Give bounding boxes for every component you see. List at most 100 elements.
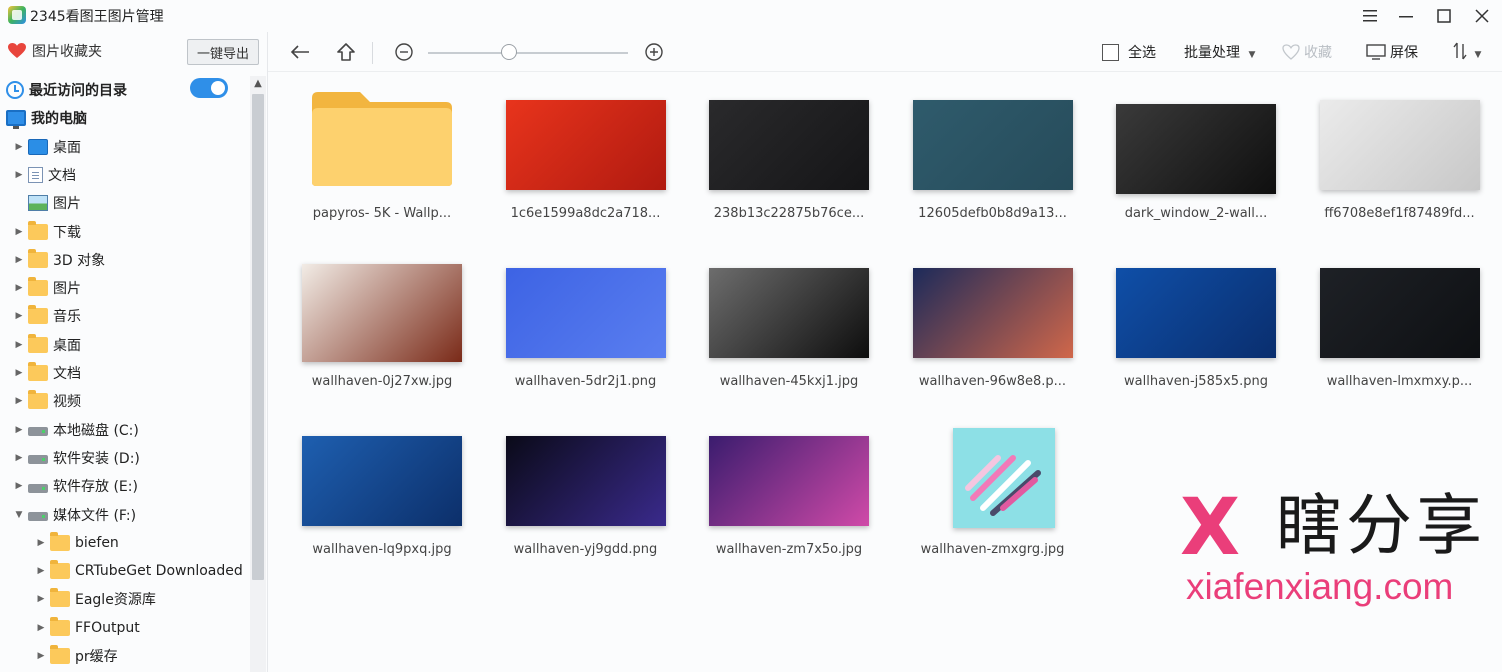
screensaver-button[interactable]: 屏保 <box>1366 42 1418 62</box>
tree-item[interactable]: ▼ 媒体文件 (F:) <box>0 501 250 529</box>
close-icon[interactable] <box>1462 2 1502 30</box>
file-name: wallhaven-0j27xw.jpg <box>311 374 453 389</box>
tree-item[interactable]: ▶ 桌面 <box>0 133 250 161</box>
sidebar: 图片收藏夹 一键导出 最近访问的目录 我的电脑 ▶ 桌面 ▶ 文档 图片 ▶ 下载 ▶ 3D 对象 ▶… <box>0 32 268 672</box>
tree-item-label: 软件存放 (E:) <box>53 479 138 496</box>
image-thumbnail-item[interactable]: wallhaven-zmxgrg.jpg <box>891 416 1095 584</box>
chevron-right-icon[interactable]: ▶ <box>14 283 24 293</box>
scroll-up-icon[interactable]: ▲ <box>250 76 266 92</box>
chevron-right-icon[interactable]: ▶ <box>36 623 46 633</box>
scroll-thumb[interactable] <box>252 94 264 580</box>
tree-item[interactable]: ▶ 图片 <box>0 274 250 302</box>
heart-outline-icon <box>1282 44 1300 60</box>
image-thumbnail-item[interactable]: wallhaven-zm7x5o.jpg <box>687 416 891 584</box>
tree-item[interactable]: ▶ CRTubeGet Downloaded <box>0 557 250 585</box>
tree-item-label: pr缓存 <box>75 649 118 665</box>
image-thumbnail-item[interactable]: 1c6e1599a8dc2a718... <box>484 80 688 248</box>
zoom-out-icon[interactable] <box>392 40 416 64</box>
folder-icon <box>28 220 48 240</box>
image-thumbnail-item[interactable]: wallhaven-5dr2j1.png <box>484 248 688 416</box>
tree-item[interactable]: ▶ 桌面 <box>0 331 250 359</box>
select-all-checkbox[interactable] <box>1102 44 1119 61</box>
chevron-right-icon[interactable]: ▶ <box>14 453 24 463</box>
watermark-logo: X <box>1180 483 1241 573</box>
image-thumbnail-item[interactable]: ff6708e8ef1f87489fd... <box>1298 80 1502 248</box>
image-thumbnail-item[interactable]: wallhaven-0j27xw.jpg <box>280 248 484 416</box>
chevron-right-icon[interactable]: ▶ <box>14 340 24 350</box>
minimize-icon[interactable] <box>1386 2 1426 30</box>
image-thumbnail <box>1116 104 1276 194</box>
drive-icon <box>28 427 48 437</box>
folder-icon <box>50 560 70 580</box>
chevron-right-icon[interactable]: ▶ <box>14 170 24 180</box>
tree-item[interactable]: ▶ 本地磁盘 (C:) <box>0 416 250 444</box>
recent-dirs-toggle[interactable] <box>190 78 228 98</box>
tree-item-label: 下载 <box>53 224 81 241</box>
chevron-right-icon[interactable]: ▶ <box>14 368 24 378</box>
back-arrow-icon[interactable] <box>288 40 312 64</box>
chevron-right-icon[interactable]: ▶ <box>36 538 46 548</box>
folder-icon <box>310 88 454 188</box>
tree-item[interactable]: ▶ pr缓存 <box>0 642 250 670</box>
maximize-icon[interactable] <box>1424 2 1464 30</box>
chevron-right-icon[interactable]: ▶ <box>14 481 24 491</box>
tree-item[interactable]: ▶ 软件存放 (E:) <box>0 472 250 500</box>
tree-item[interactable]: ▶ 软件安装 (D:) <box>0 444 250 472</box>
file-name: 1c6e1599a8dc2a718... <box>510 206 661 221</box>
export-button[interactable]: 一键导出 <box>187 39 259 65</box>
tree-item[interactable]: ▶ 文档 <box>0 161 250 189</box>
menu-icon[interactable] <box>1350 2 1390 30</box>
chevron-down-icon[interactable]: ▼ <box>14 510 24 520</box>
image-thumbnail-item[interactable]: wallhaven-lq9pxq.jpg <box>280 416 484 584</box>
image-thumbnail <box>302 264 462 362</box>
chevron-right-icon[interactable]: ▶ <box>14 227 24 237</box>
up-arrow-icon[interactable] <box>334 40 358 64</box>
folder-icon <box>50 616 70 636</box>
drive-icon <box>28 455 48 465</box>
tree-item[interactable]: ▶ 下载 <box>0 218 250 246</box>
sidebar-scrollbar[interactable]: ▲ <box>250 76 266 672</box>
image-thumbnail-item[interactable]: 12605defb0b8d9a13... <box>891 80 1095 248</box>
zoom-in-icon[interactable] <box>642 40 666 64</box>
chevron-right-icon[interactable]: ▶ <box>36 566 46 576</box>
image-thumbnail-item[interactable]: wallhaven-yj9gdd.png <box>484 416 688 584</box>
favorite-button[interactable]: 收藏 <box>1282 42 1332 62</box>
file-name: wallhaven-96w8e8.p... <box>918 374 1067 389</box>
image-thumbnail <box>505 268 666 358</box>
chevron-right-icon[interactable]: ▶ <box>36 594 46 604</box>
tree-item[interactable]: ▶ 文档 <box>0 359 250 387</box>
batch-process-label: 批量处理 <box>1184 45 1240 61</box>
image-thumbnail <box>912 100 1073 190</box>
tree-item[interactable]: ▶ Eagle资源库 <box>0 585 250 613</box>
image-thumbnail-item[interactable]: 238b13c22875b76ce... <box>687 80 891 248</box>
zoom-slider-knob[interactable] <box>501 44 517 60</box>
tree-item[interactable]: ▶ 音乐 <box>0 302 250 330</box>
tree-item[interactable]: ▶ 视频 <box>0 387 250 415</box>
chevron-right-icon[interactable]: ▶ <box>36 651 46 661</box>
tree-item[interactable]: 我的电脑 <box>0 104 250 132</box>
image-thumbnail-item[interactable]: wallhaven-45kxj1.jpg <box>687 248 891 416</box>
chevron-right-icon[interactable]: ▶ <box>14 255 24 265</box>
image-thumbnail-item[interactable]: wallhaven-96w8e8.p... <box>891 248 1095 416</box>
sort-button[interactable]: ▼ <box>1452 42 1481 61</box>
tree-item[interactable]: ▶ 3D 对象 <box>0 246 250 274</box>
chevron-right-icon[interactable]: ▶ <box>14 396 24 406</box>
chevron-right-icon[interactable]: ▶ <box>14 142 24 152</box>
tree-item[interactable]: ▶ biefen <box>0 529 250 557</box>
image-thumbnail-item[interactable]: wallhaven-lmxmxy.p... <box>1298 248 1502 416</box>
favorites-entry[interactable]: 图片收藏夹 <box>8 40 102 62</box>
tree-item[interactable]: 图片 <box>0 189 250 217</box>
select-all-label[interactable]: 全选 <box>1128 42 1156 62</box>
zoom-slider-track[interactable] <box>428 52 628 54</box>
chevron-right-icon[interactable]: ▶ <box>14 311 24 321</box>
picture-icon <box>28 195 48 212</box>
tree-item[interactable]: ▶ FFOutput <box>0 614 250 642</box>
folder-item[interactable]: papyros- 5K - Wallp... <box>280 80 484 248</box>
image-thumbnail-item[interactable]: dark_window_2-wall... <box>1094 80 1298 248</box>
batch-process-button[interactable]: 批量处理 ▼ <box>1184 42 1255 62</box>
document-icon <box>28 166 43 183</box>
image-thumbnail-item[interactable]: wallhaven-j585x5.png <box>1094 248 1298 416</box>
chevron-right-icon[interactable]: ▶ <box>14 425 24 435</box>
file-name: wallhaven-yj9gdd.png <box>513 542 658 557</box>
image-thumbnail <box>1116 268 1276 358</box>
